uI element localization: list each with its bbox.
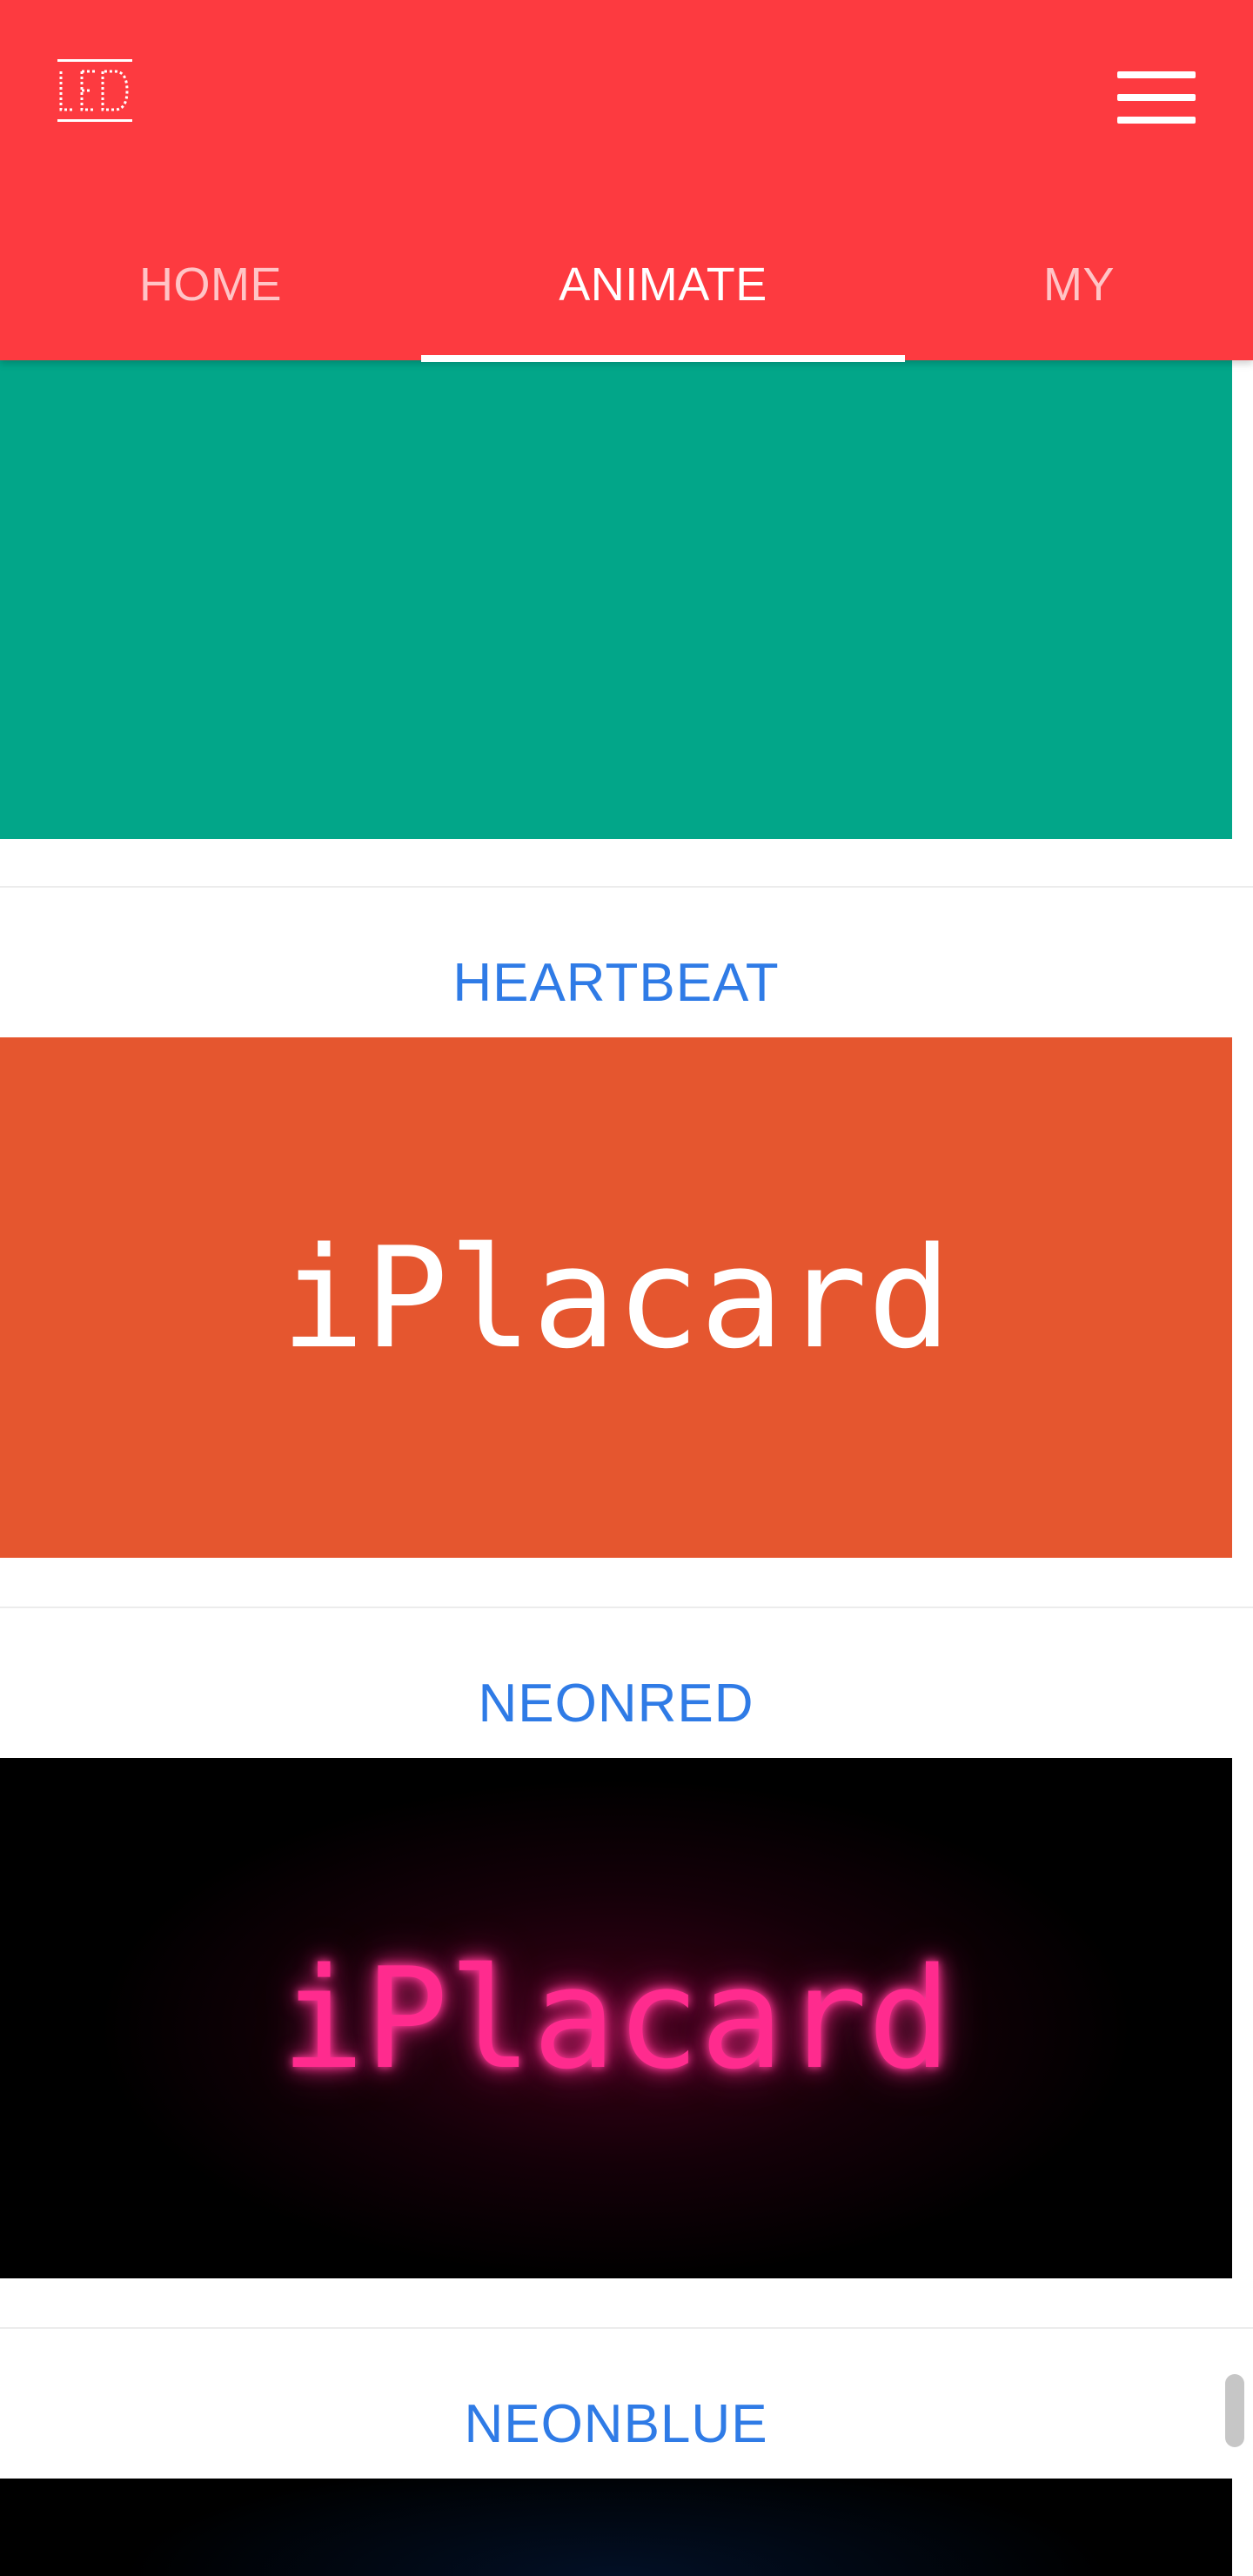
animation-preview-teal[interactable] [0, 360, 1232, 839]
tab-animate[interactable]: ANIMATE [421, 209, 905, 360]
animation-title-neonblue: NEONBLUE [464, 2394, 768, 2454]
app-header: HOME ANIMATE MY [0, 0, 1253, 360]
animation-title-neonred: NEONRED [478, 1674, 754, 1734]
animation-title-heartbeat: HEARTBEAT [452, 953, 780, 1013]
divider [0, 2327, 1253, 2329]
active-tab-indicator [421, 355, 905, 362]
preview-text: iPlacard [280, 1936, 952, 2100]
scrollbar-thumb[interactable] [1225, 2374, 1244, 2447]
animation-preview-heartbeat[interactable]: iPlacard [0, 1037, 1232, 1558]
divider [0, 886, 1253, 888]
animation-preview-neonblue[interactable] [0, 2479, 1232, 2576]
tab-my[interactable]: MY [905, 209, 1253, 360]
preview-text: iPlacard [280, 1216, 952, 1379]
animation-preview-neonred[interactable]: iPlacard [0, 1758, 1232, 2278]
divider [0, 1607, 1253, 1608]
tab-home[interactable]: HOME [0, 209, 421, 360]
tab-bar: HOME ANIMATE MY [0, 209, 1253, 360]
hamburger-menu-icon[interactable] [1117, 70, 1196, 125]
led-logo-icon[interactable] [56, 57, 134, 124]
